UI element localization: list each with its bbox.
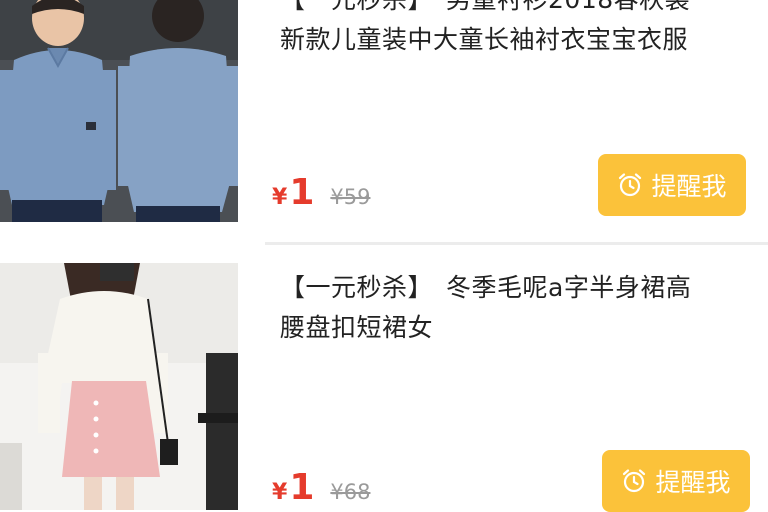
original-price: ¥68: [330, 480, 371, 504]
remind-me-button[interactable]: 提醒我: [602, 450, 750, 512]
original-price: ¥59: [330, 185, 371, 209]
sale-price: 1: [289, 467, 315, 508]
product-title-line: 腰盘扣短裙女: [280, 313, 434, 342]
remind-me-label: 提醒我: [651, 173, 727, 201]
remind-me-label: 提醒我: [655, 469, 731, 497]
product-title-line: 【一元秒杀】 冬季毛呢a字半身裙高: [280, 273, 692, 302]
product-title[interactable]: 【一元秒杀】 冬季毛呢a字半身裙高 腰盘扣短裙女: [280, 268, 750, 348]
remind-me-button[interactable]: 提醒我: [598, 154, 746, 216]
product-image[interactable]: [0, 263, 238, 510]
boy-shirt-photo-icon: [0, 0, 238, 222]
product-image[interactable]: [0, 0, 238, 222]
product-title-line: 【一元秒杀】 男童衬衫2018春秋装: [280, 0, 750, 20]
product-title-line: 新款儿童装中大童长袖衬衣宝宝衣服: [280, 25, 689, 54]
product-title[interactable]: 【一元秒杀】 男童衬衫2018春秋装 新款儿童装中大童长袖衬衣宝宝衣服: [280, 0, 750, 60]
product-card[interactable]: 【一元秒杀】 冬季毛呢a字半身裙高 腰盘扣短裙女 ¥ 1 ¥68 提醒我: [0, 245, 768, 512]
girl-skirt-photo-icon: [0, 263, 238, 510]
currency-symbol: ¥: [272, 185, 288, 210]
currency-symbol: ¥: [272, 480, 288, 505]
price-row: ¥ 1 ¥59: [272, 172, 370, 213]
price-row: ¥ 1 ¥68: [272, 467, 370, 508]
product-card[interactable]: 【一元秒杀】 男童衬衫2018春秋装 新款儿童装中大童长袖衬衣宝宝衣服 ¥ 1 …: [0, 0, 768, 243]
alarm-clock-icon: [617, 172, 643, 198]
sale-price: 1: [289, 172, 315, 213]
alarm-clock-icon: [621, 468, 647, 494]
